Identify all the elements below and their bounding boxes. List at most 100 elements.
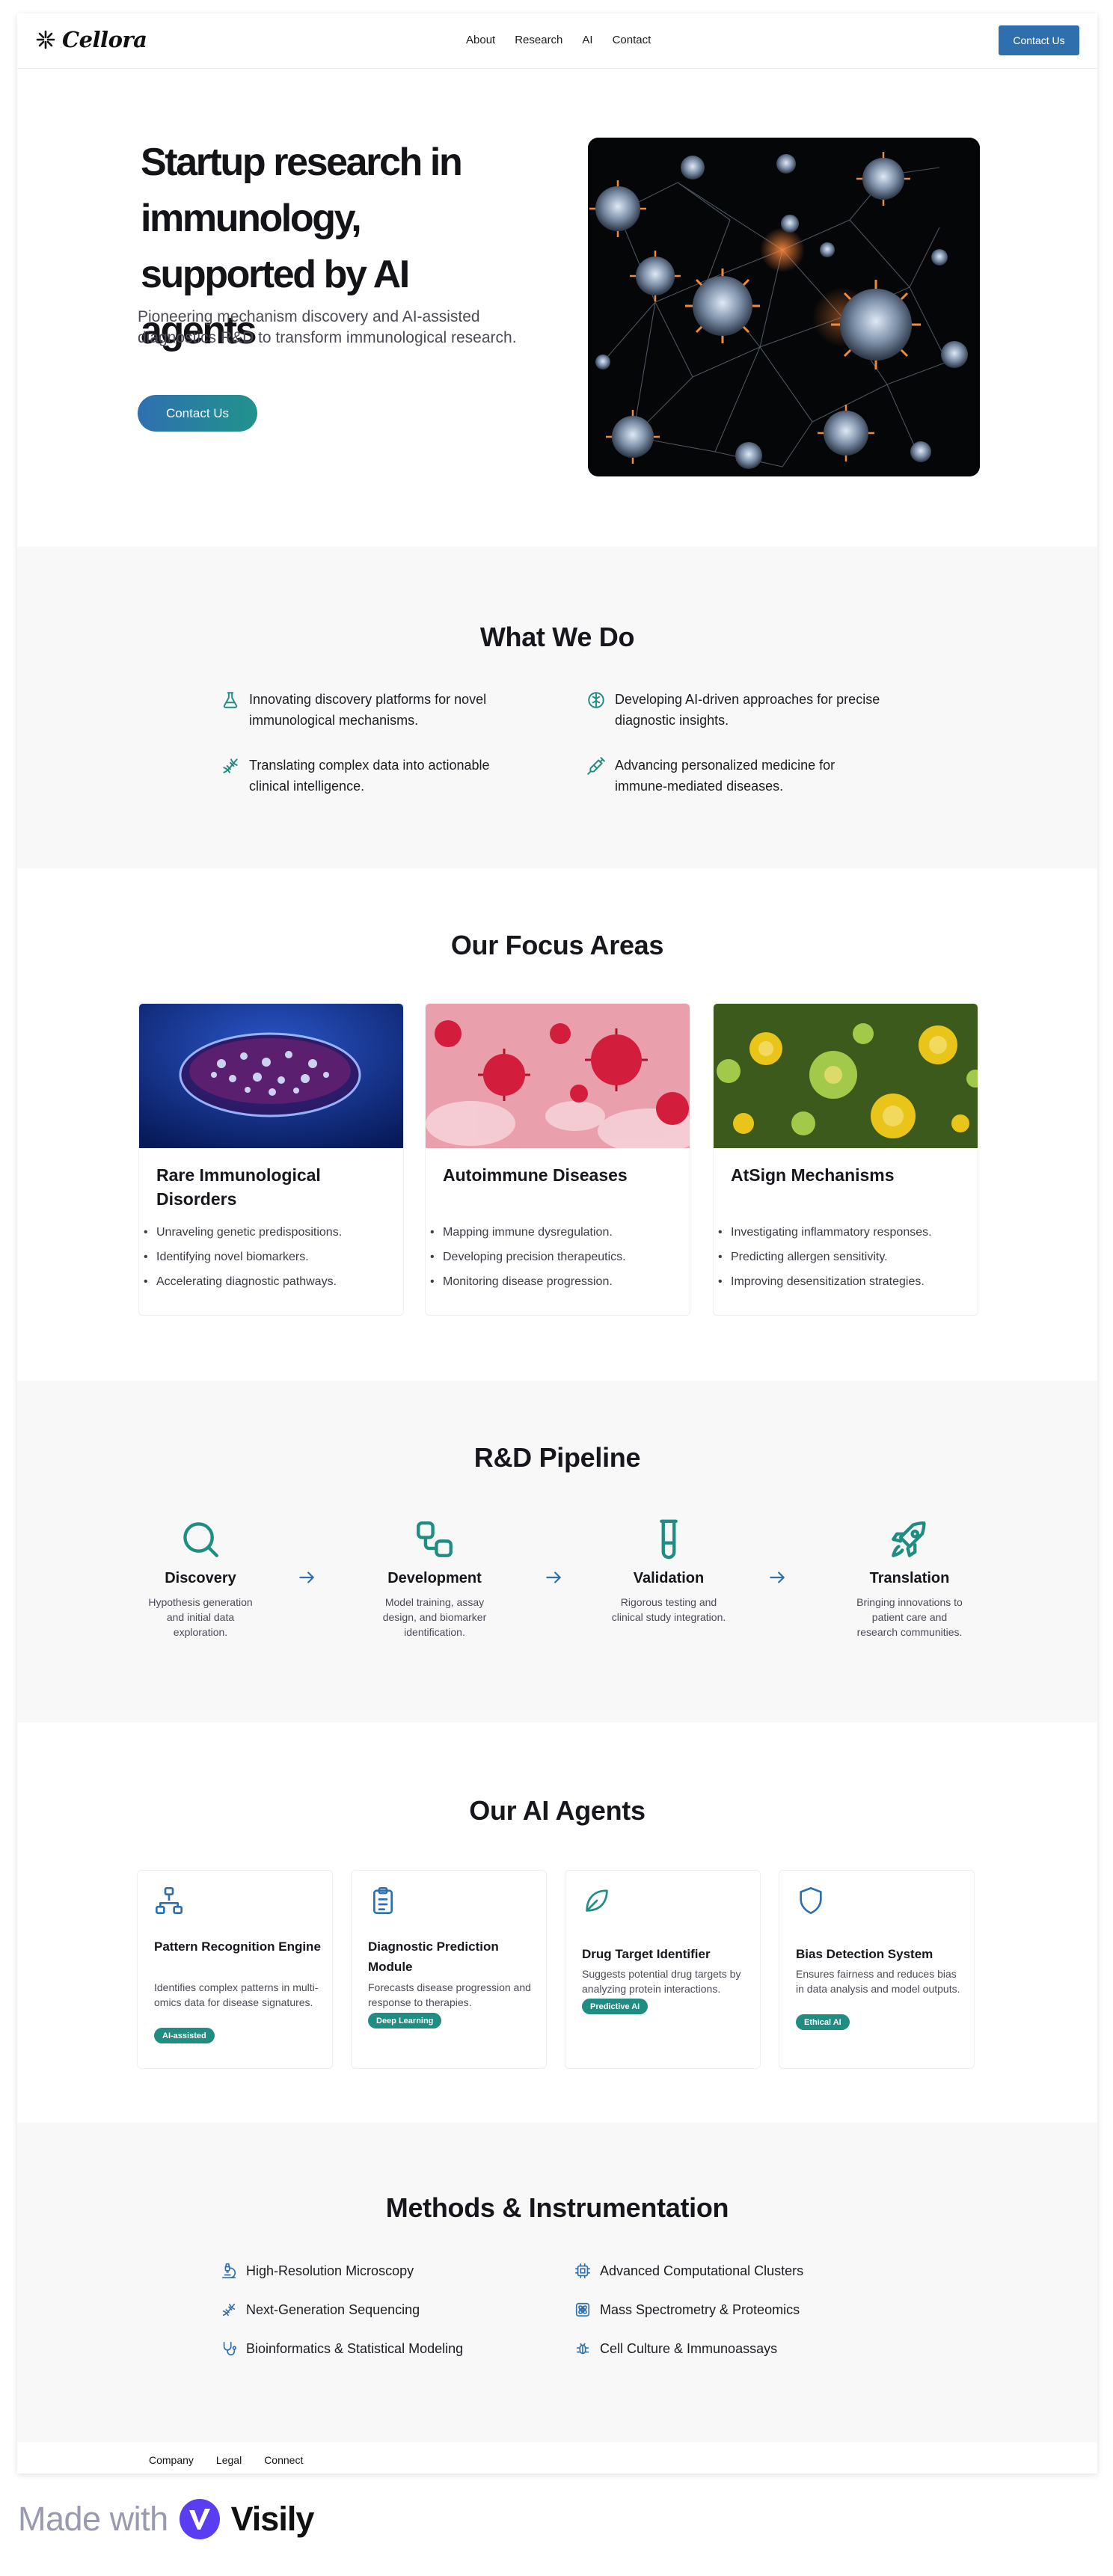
agent-card-desc: Ensures fairness and reduces bias in dat… — [796, 1968, 960, 1995]
what-we-do-item: Developing AI-driven approaches for prec… — [586, 689, 886, 731]
visily-logo-icon — [179, 2499, 220, 2539]
pipeline-step: Development Model training, assay design… — [364, 1518, 506, 1640]
search-icon — [183, 1522, 218, 1557]
bug-icon — [576, 2343, 589, 2355]
nav-link-contact[interactable]: Contact — [613, 34, 651, 46]
agent-card-badge: Predictive AI — [582, 1999, 649, 2014]
what-we-do-section: What We Do Innovating discovery platform… — [17, 547, 1097, 868]
pipeline-step-name: Discovery — [165, 1570, 236, 1586]
focus-card-list: Unraveling genetic predispositions. Iden… — [139, 1220, 393, 1294]
focus-card[interactable]: Autoimmune Diseases Mapping immune dysre… — [425, 1003, 690, 1316]
focus-card-title: Rare Immunological Disorders — [156, 1165, 321, 1209]
pipeline-step: Discovery Hypothesis generation and init… — [129, 1518, 272, 1640]
method-text: Bioinformatics & Statistical Modeling — [246, 2340, 464, 2356]
agent-card[interactable]: Drug Target Identifier Suggests potentia… — [565, 1870, 761, 2069]
clipboard-icon — [373, 1887, 393, 1914]
pipeline-step-desc: Hypothesis generation and initial data e… — [148, 1596, 253, 1638]
agent-card[interactable]: Diagnostic Prediction Module Forecasts d… — [351, 1870, 547, 2069]
focus-card-item: Improving desensitization strategies. — [714, 1269, 968, 1294]
hero-subtitle: Pioneering mechanism discovery and AI-as… — [138, 308, 517, 346]
pipeline-step-desc: Rigorous testing and clinical study inte… — [611, 1596, 726, 1623]
what-we-do-item: Innovating discovery platforms for novel… — [221, 689, 520, 731]
focus-card-item: Investigating inflammatory responses. — [714, 1220, 968, 1245]
shield-icon — [800, 1887, 822, 1914]
agent-card[interactable]: Pattern Recognition Engine Identifies co… — [137, 1870, 333, 2069]
method-item: Bioinformatics & Statistical Modeling — [221, 2340, 463, 2357]
method-item: Advanced Computational Clusters — [574, 2263, 803, 2279]
what-we-do-text: Developing AI-driven approaches for prec… — [615, 692, 880, 728]
made-with-text: Made with — [18, 2500, 168, 2538]
page-frame: Cellora About Research AI Contact Contac… — [17, 13, 1097, 2474]
agent-card-badge: Deep Learning — [368, 2013, 442, 2028]
focus-card-title: AtSign Mechanisms — [731, 1165, 895, 1185]
nav-link-research[interactable]: Research — [515, 34, 562, 46]
footer-link-legal[interactable]: Legal — [216, 2454, 242, 2466]
petri-dish-image — [139, 1004, 403, 1148]
atom-icon — [575, 2302, 590, 2317]
leaf-icon — [586, 1889, 608, 1912]
logo-asterisk-icon — [36, 30, 55, 49]
agent-card[interactable]: Bias Detection System Ensures fairness a… — [779, 1870, 975, 2069]
focus-card[interactable]: AtSign Mechanisms Investigating inflamma… — [713, 1003, 978, 1316]
agent-card-desc: Suggests potential drug targets by analy… — [582, 1968, 741, 1995]
made-with-visily-badge[interactable]: Made with Visily — [18, 2498, 314, 2540]
pipeline-step: Validation Rigorous testing and clinical… — [598, 1518, 740, 1625]
method-text: Mass Spectrometry & Proteomics — [600, 2301, 800, 2317]
what-we-do-title: What We Do — [479, 622, 635, 652]
nav-link-ai[interactable]: AI — [582, 34, 592, 46]
what-we-do-text: Translating complex data into actionable… — [249, 758, 490, 794]
pipeline-step-name: Validation — [633, 1570, 705, 1586]
hero-title-line: immunology, — [141, 197, 362, 240]
what-we-do-item: Advancing personalized medicine for immu… — [586, 755, 886, 797]
hero-contact-button[interactable]: Contact Us — [138, 395, 257, 432]
workflow-icon — [417, 1521, 453, 1557]
flask-icon — [223, 692, 238, 708]
method-item: High-Resolution Microscopy — [221, 2263, 414, 2279]
dna-icon — [223, 758, 238, 773]
method-text: Next-Generation Sequencing — [246, 2301, 420, 2317]
methods-section: Methods & Instrumentation High-Resolutio… — [17, 2123, 1097, 2442]
footer-link-connect[interactable]: Connect — [264, 2454, 303, 2466]
arrow-right-icon — [299, 1571, 314, 1583]
focus-card-item: Predicting allergen sensitivity. — [714, 1245, 968, 1269]
method-item: Next-Generation Sequencing — [221, 2301, 420, 2318]
focus-areas-title: Our Focus Areas — [450, 930, 664, 960]
focus-card-item: Identifying novel biomarkers. — [139, 1245, 393, 1269]
focus-card-list: Investigating inflammatory responses. Pr… — [714, 1220, 968, 1294]
nav-contact-button[interactable]: Contact Us — [999, 25, 1079, 55]
syringe-icon — [587, 757, 605, 775]
pipeline-title: R&D Pipeline — [473, 1442, 641, 1473]
agent-card-title: Pattern Recognition Engine — [154, 1939, 321, 1954]
method-item: Mass Spectrometry & Proteomics — [574, 2301, 800, 2318]
nav-link-about[interactable]: About — [466, 34, 495, 46]
agent-card-title: Diagnostic Prediction Module — [368, 1939, 499, 1974]
footer-link-company[interactable]: Company — [149, 2454, 194, 2466]
top-nav: Cellora About Research AI Contact Contac… — [17, 13, 1097, 69]
test-tube-icon — [660, 1519, 678, 1560]
focus-card-item: Accelerating diagnostic pathways. — [139, 1269, 393, 1294]
agent-card-desc: Identifies complex patterns in multi-omi… — [154, 1981, 319, 2008]
focus-card-item: Mapping immune dysregulation. — [426, 1220, 680, 1245]
agent-card-badge: AI-assisted — [154, 2028, 215, 2043]
arrow-right-icon — [546, 1571, 561, 1583]
pipeline-step: Translation Bringing innovations to pati… — [838, 1518, 981, 1640]
focus-card-item: Monitoring disease progression. — [426, 1269, 680, 1294]
agent-card-badge: Ethical AI — [796, 2014, 850, 2030]
method-text: Advanced Computational Clusters — [600, 2263, 804, 2278]
method-text: High-Resolution Microscopy — [246, 2263, 414, 2278]
network-icon — [156, 1887, 183, 1914]
focus-card-item: Developing precision therapeutics. — [426, 1245, 680, 1269]
what-we-do-text: Innovating discovery platforms for novel… — [249, 692, 487, 728]
pollen-particles-image — [714, 1004, 978, 1148]
focus-card[interactable]: Rare Immunological Disorders Unraveling … — [138, 1003, 404, 1316]
arrow-right-icon — [770, 1571, 785, 1583]
rocket-icon — [892, 1521, 926, 1557]
pipeline-step-desc: Bringing innovations to patient care and… — [856, 1596, 963, 1638]
agent-card-title: Drug Target Identifier — [582, 1947, 711, 1961]
microscope-icon — [221, 2263, 236, 2278]
logo[interactable]: Cellora — [35, 26, 147, 53]
focus-card-item: Unraveling genetic predispositions. — [139, 1220, 393, 1245]
focus-card-list: Mapping immune dysregulation. Developing… — [426, 1220, 680, 1294]
hero-virus-network-image — [588, 138, 980, 476]
dna-icon — [222, 2303, 236, 2316]
